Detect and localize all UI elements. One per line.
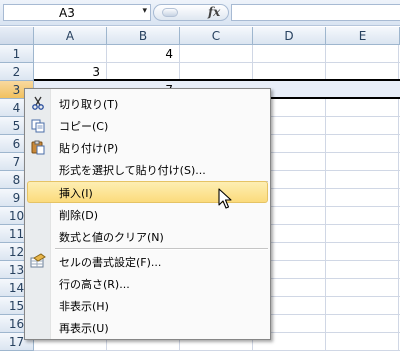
menu-item-clear-contents[interactable]: 数式と値のクリア(N) bbox=[27, 225, 268, 247]
mouse-cursor-icon bbox=[218, 188, 232, 209]
scissors-icon bbox=[32, 96, 44, 110]
context-menu: 切り取り(T) コピー(C) 貼り付け(P) 形式を選択して貼り付け(S)...… bbox=[24, 88, 271, 340]
formula-bar-controls: fx bbox=[153, 4, 229, 21]
menu-item-label: 数式と値のクリア(N) bbox=[59, 231, 164, 244]
menu-item-paste[interactable]: 貼り付け(P) bbox=[27, 136, 268, 158]
menu-item-label: セルの書式設定(F)... bbox=[59, 256, 162, 269]
column-header-a[interactable]: A bbox=[34, 27, 107, 45]
menu-item-label: 切り取り(T) bbox=[59, 98, 119, 111]
menu-item-label: 再表示(U) bbox=[59, 322, 109, 335]
cell-b1[interactable]: 4 bbox=[107, 45, 173, 63]
row-header-1[interactable]: 1 bbox=[0, 45, 34, 63]
column-header-c[interactable]: C bbox=[180, 27, 253, 45]
name-box[interactable]: A3 ▾ bbox=[3, 4, 151, 21]
menu-item-label: 削除(D) bbox=[59, 209, 99, 222]
resize-grip-icon[interactable] bbox=[162, 8, 178, 17]
menu-item-label: 貼り付け(P) bbox=[59, 142, 119, 155]
menu-item-cut[interactable]: 切り取り(T) bbox=[27, 92, 268, 114]
menu-item-hide[interactable]: 非表示(H) bbox=[27, 294, 268, 316]
paste-icon bbox=[31, 140, 45, 155]
copy-icon bbox=[31, 119, 45, 133]
formula-bar: A3 ▾ fx bbox=[0, 0, 400, 26]
column-header-e[interactable]: E bbox=[326, 27, 400, 45]
menu-item-unhide[interactable]: 再表示(U) bbox=[27, 316, 268, 338]
column-header-d[interactable]: D bbox=[253, 27, 326, 45]
menu-item-label: 行の高さ(R)... bbox=[59, 278, 130, 291]
menu-item-label: 形式を選択して貼り付け(S)... bbox=[59, 164, 206, 177]
select-all-corner[interactable] bbox=[0, 27, 34, 45]
menu-item-row-height[interactable]: 行の高さ(R)... bbox=[27, 272, 268, 294]
format-cells-icon bbox=[30, 253, 46, 268]
column-header-b[interactable]: B bbox=[107, 27, 180, 45]
menu-item-copy[interactable]: コピー(C) bbox=[27, 114, 268, 136]
menu-item-format-cells[interactable]: セルの書式設定(F)... bbox=[27, 250, 268, 272]
menu-item-label: 挿入(I) bbox=[59, 187, 93, 200]
row-header-2[interactable]: 2 bbox=[0, 63, 34, 81]
formula-input[interactable] bbox=[231, 4, 400, 21]
insert-function-icon[interactable]: fx bbox=[208, 5, 220, 19]
cell-a2[interactable]: 3 bbox=[34, 63, 100, 81]
name-box-value: A3 bbox=[59, 6, 75, 20]
chevron-down-icon[interactable]: ▾ bbox=[142, 6, 147, 16]
menu-item-paste-special[interactable]: 形式を選択して貼り付け(S)... bbox=[27, 158, 268, 180]
menu-item-label: コピー(C) bbox=[59, 120, 109, 133]
menu-item-label: 非表示(H) bbox=[59, 300, 109, 313]
